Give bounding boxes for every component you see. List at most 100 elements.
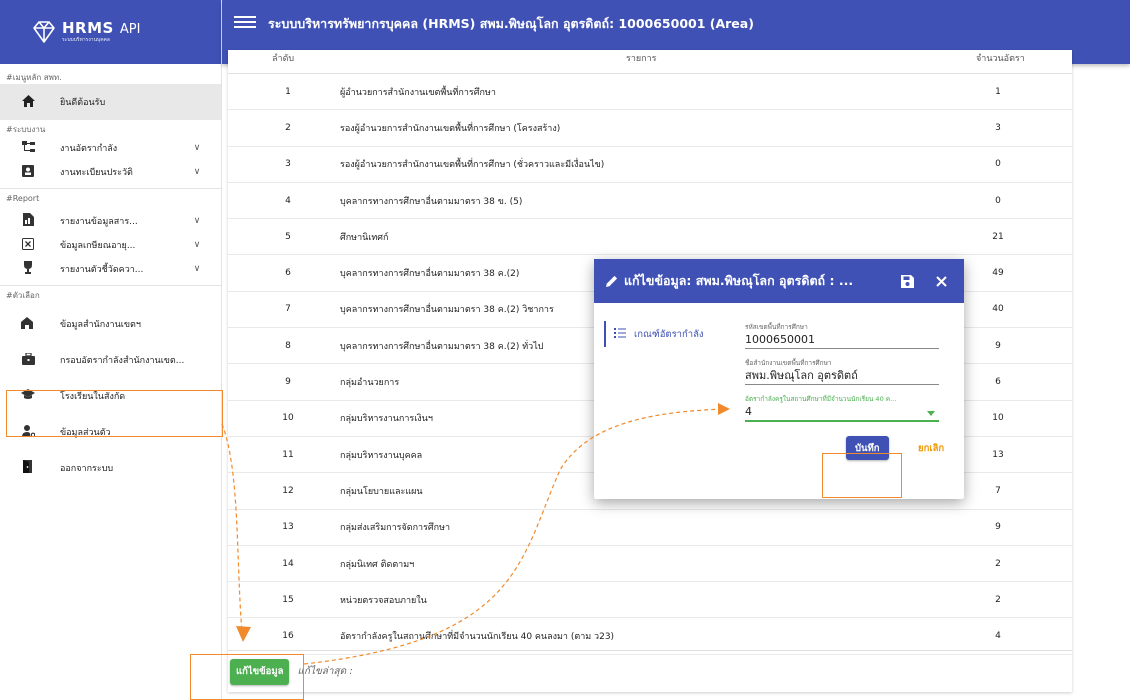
area-name-field[interactable]: ชื่อสำนักงานเขตพื้นที่การศึกษา สพม.พิษณุ… bbox=[745, 358, 939, 385]
trophy-icon bbox=[18, 261, 38, 277]
row-number: 7 bbox=[285, 304, 291, 315]
brand-logo: HRMS API ระบบบริหารงานบุคคล bbox=[0, 0, 221, 64]
sidebar: HRMS API ระบบบริหารงานบุคคล #เมนูหลัก สพ… bbox=[0, 0, 222, 700]
row-name: หน่วยตรวจสอบภายใน bbox=[340, 595, 427, 606]
row-count: 49 bbox=[992, 268, 1004, 279]
save-icon[interactable] bbox=[896, 270, 918, 292]
menu-icon[interactable] bbox=[234, 14, 256, 30]
teacher-rate-label: อัตรากำลังครูในสถานศึกษาที่มีจำนวนนักเรี… bbox=[745, 395, 897, 403]
header-no: ลำดับ bbox=[272, 54, 295, 64]
row-number: 1 bbox=[285, 86, 291, 97]
pencil-icon bbox=[606, 272, 618, 291]
sidebar-item-kpi[interactable]: รายงานตัวชี้วัดควา... ∨ bbox=[0, 257, 221, 281]
area-code-field[interactable]: รหัสเขตพื้นที่การศึกษา 1000650001 bbox=[745, 322, 939, 349]
row-name: รองผู้อำนวยการสำนักงานเขตพื้นที่การศึกษา… bbox=[340, 123, 561, 134]
sidebar-item-label: ออกจากระบบ bbox=[60, 464, 114, 474]
row-count: 40 bbox=[992, 304, 1004, 315]
row-count: 4 bbox=[995, 631, 1001, 642]
sidebar-item-label: งานอัตรากำลัง bbox=[60, 144, 118, 154]
sidebar-item-workforce-frame[interactable]: กรอบอัตรากำลังสำนักงานเขต... bbox=[0, 342, 221, 378]
row-name: กลุ่มบริหารงานบุคคล bbox=[340, 450, 423, 461]
area-name-value: สพม.พิษณุโลก อุตรดิตถ์ bbox=[745, 369, 858, 382]
row-number: 12 bbox=[282, 485, 294, 496]
sidebar-item-workforce[interactable]: งานอัตรากำลัง ∨ bbox=[0, 136, 221, 160]
sidebar-item-label: ยินดีต้อนรับ bbox=[60, 98, 106, 108]
row-name: บุคลากรทางการศึกษาอื่นตามมาตรา 38 ค.(2) … bbox=[340, 341, 544, 352]
row-count: 2 bbox=[995, 558, 1001, 569]
row-name: บุคลากรทางการศึกษาอื่นตามมาตรา 38 ค.(2) bbox=[340, 269, 520, 280]
area-code-value: 1000650001 bbox=[745, 333, 815, 346]
sidebar-item-label: ข้อมูลสำนักงานเขตฯ bbox=[60, 320, 141, 330]
highlight-sidebar-item bbox=[6, 390, 223, 437]
row-number: 15 bbox=[282, 594, 294, 605]
row-name: กลุ่มบริหารงานการเงินฯ bbox=[340, 414, 433, 425]
table-row: 14 กลุ่มนิเทศ ติดตามฯ 2 bbox=[228, 546, 1072, 583]
dropdown-caret-icon[interactable] bbox=[927, 411, 935, 416]
table-row: 13 กลุ่มส่งเสริมการจัดการศึกษา 9 bbox=[228, 510, 1072, 546]
row-name: รองผู้อำนวยการสำนักงานเขตพื้นที่การศึกษา… bbox=[340, 160, 605, 171]
tab-workforce-criteria[interactable]: เกณฑ์อัตรากำลัง bbox=[604, 321, 704, 347]
row-count: 9 bbox=[995, 522, 1001, 533]
table-row: 1 ผู้อำนวยการสำนักงานเขตพื้นที่การศึกษา 1 bbox=[228, 74, 1072, 111]
dialog-title: แก้ไขข้อมูล: สพม.พิษณุโลก อุตรดิตถ์ : ..… bbox=[624, 273, 854, 288]
chevron-down-icon[interactable]: ∨ bbox=[191, 167, 203, 177]
section-options: #ตัวเลือก bbox=[6, 291, 40, 300]
home-icon bbox=[18, 94, 38, 110]
sidebar-item-retirement[interactable]: ข้อมูลเกษียณอายุ... ∨ bbox=[0, 233, 221, 257]
last-edit-label: แก้ไขล่าสุด : bbox=[297, 666, 353, 677]
row-count: 0 bbox=[995, 195, 1001, 206]
row-number: 16 bbox=[282, 631, 294, 642]
row-count: 1 bbox=[995, 86, 1001, 97]
row-name: ผู้อำนวยการสำนักงานเขตพื้นที่การศึกษา bbox=[340, 87, 496, 98]
sidebar-item-label: ข้อมูลเกษียณอายุ... bbox=[60, 241, 136, 251]
row-name: บุคลากรทางการศึกษาอื่นตามมาตรา 38 ค.(2) … bbox=[340, 305, 554, 316]
row-name: กลุ่มส่งเสริมการจัดการศึกษา bbox=[340, 523, 451, 534]
office-icon bbox=[18, 316, 38, 332]
sidebar-item-logout[interactable]: ออกจากระบบ bbox=[0, 450, 221, 486]
sidebar-item-registry[interactable]: งานทะเบียนประวัติ ∨ bbox=[0, 160, 221, 184]
area-code-label: รหัสเขตพื้นที่การศึกษา bbox=[745, 323, 808, 331]
row-number: 8 bbox=[285, 340, 291, 351]
cancel-button[interactable]: ยกเลิก bbox=[914, 436, 948, 460]
header-count: จำนวนอัตรา bbox=[976, 54, 1025, 64]
tab-label: เกณฑ์อัตรากำลัง bbox=[634, 328, 704, 340]
sidebar-item-report-info[interactable]: รายงานข้อมูลสาร... ∨ bbox=[0, 209, 221, 233]
row-number: 3 bbox=[285, 159, 291, 170]
chevron-down-icon[interactable]: ∨ bbox=[191, 216, 203, 226]
table-row: 15 หน่วยตรวจสอบภายใน 2 bbox=[228, 582, 1072, 619]
chevron-down-icon[interactable]: ∨ bbox=[191, 240, 203, 250]
row-count: 13 bbox=[992, 449, 1004, 460]
close-box-icon bbox=[18, 237, 38, 253]
row-number: 11 bbox=[282, 449, 294, 460]
sidebar-item-label: รายงานตัวชี้วัดควา... bbox=[60, 265, 144, 275]
table-header: ลำดับ รายการ จำนวนอัตรา bbox=[228, 50, 1072, 74]
table-row: 3 รองผู้อำนวยการสำนักงานเขตพื้นที่การศึกษ… bbox=[228, 147, 1072, 183]
chevron-down-icon[interactable]: ∨ bbox=[191, 264, 203, 274]
row-count: 21 bbox=[992, 231, 1004, 242]
sidebar-item-office[interactable]: ข้อมูลสำนักงานเขตฯ bbox=[0, 306, 221, 342]
teacher-rate-select[interactable]: อัตรากำลังครูในสถานศึกษาที่มีจำนวนนักเรี… bbox=[745, 394, 939, 422]
row-name: กลุ่มอำนวยการ bbox=[340, 378, 400, 389]
row-number: 9 bbox=[285, 377, 291, 388]
row-name: อัตรากำลังครูในสถานศึกษาที่มีจำนวนนักเรี… bbox=[340, 632, 615, 643]
chevron-down-icon[interactable]: ∨ bbox=[191, 143, 203, 153]
area-name-label: ชื่อสำนักงานเขตพื้นที่การศึกษา bbox=[745, 359, 832, 367]
table-row: 4 บุคลากรทางการศึกษาอื่นตามมาตรา 38 ข. (5… bbox=[228, 183, 1072, 220]
sidebar-item-label: รายงานข้อมูลสาร... bbox=[60, 217, 138, 227]
section-main: #เมนูหลัก สพท. bbox=[6, 73, 62, 82]
sidebar-item-label: กรอบอัตรากำลังสำนักงานเขต... bbox=[60, 356, 185, 366]
row-count: 0 bbox=[995, 159, 1001, 170]
sitemap-icon bbox=[18, 140, 38, 156]
row-number: 5 bbox=[285, 231, 291, 242]
brand-suffix: API bbox=[119, 22, 141, 37]
exit-door-icon bbox=[18, 460, 38, 476]
sidebar-item-welcome[interactable]: ยินดีต้อนรับ bbox=[0, 84, 221, 120]
section-system: #ระบบงาน bbox=[6, 125, 46, 134]
list-icon bbox=[614, 327, 626, 341]
report-file-icon bbox=[18, 213, 38, 229]
table-row: 2 รองผู้อำนวยการสำนักงานเขตพื้นที่การศึกษ… bbox=[228, 110, 1072, 147]
row-number: 13 bbox=[282, 522, 294, 533]
sidebar-item-label: งานทะเบียนประวัติ bbox=[60, 168, 133, 178]
table-footer: แก้ไขข้อมูล แก้ไขล่าสุด : bbox=[228, 650, 1072, 692]
close-icon[interactable] bbox=[930, 270, 952, 292]
